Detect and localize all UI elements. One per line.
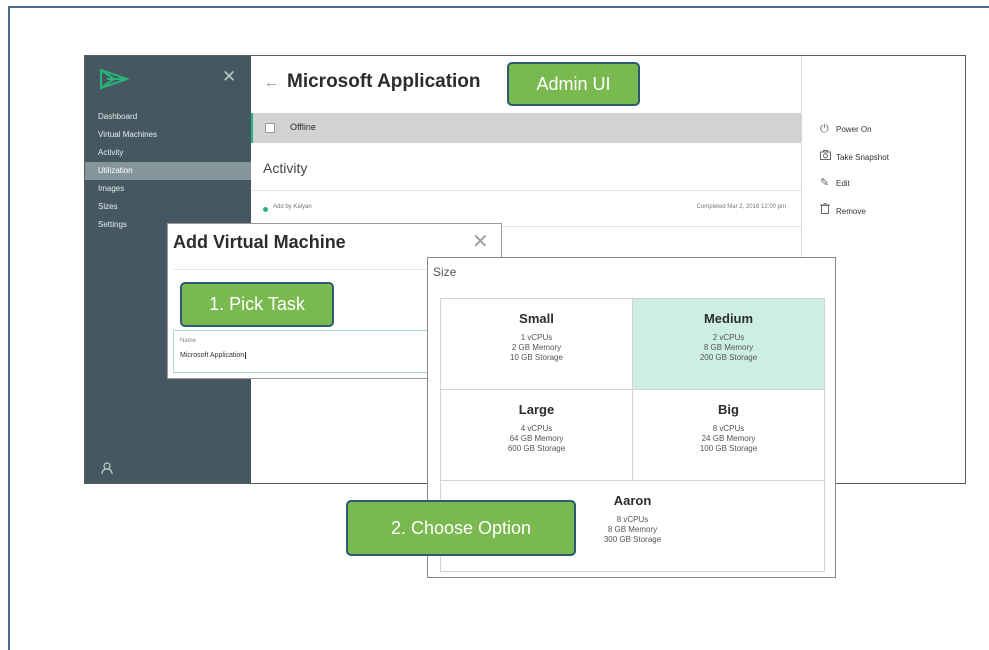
sidebar-item-activity[interactable]: Activity: [85, 144, 251, 162]
status-checkbox[interactable]: [265, 123, 275, 133]
option-name: Small: [519, 311, 554, 326]
option-storage: 600 GB Storage: [507, 444, 566, 453]
back-arrow-icon[interactable]: ←: [264, 74, 279, 91]
activity-date: Completed Mar 2, 2016 12:00 pm: [696, 204, 786, 210]
dialog-title: Add Virtual Machine: [173, 232, 346, 252]
status-label: Offline: [290, 122, 316, 132]
option-vcpus: 2 vCPUs: [712, 333, 745, 342]
callout-pick-task: 1. Pick Task: [180, 282, 334, 327]
option-vcpus: 8 vCPUs: [712, 424, 745, 433]
activity-text: Add by Kalyan: [273, 204, 312, 210]
close-icon[interactable]: ✕: [222, 68, 236, 85]
action-label: Edit: [836, 179, 850, 188]
action-label: Power On: [836, 125, 872, 134]
camera-icon: [820, 150, 836, 163]
activity-row[interactable]: Add by Kalyan Completed Mar 2, 2016 12:0…: [251, 191, 801, 227]
sidebar-item-images[interactable]: Images: [85, 180, 251, 198]
close-icon[interactable]: ✕: [472, 229, 489, 254]
size-option-small[interactable]: Small 1 vCPUs 2 GB Memory 10 GB Storage: [440, 298, 633, 390]
option-memory: 24 GB Memory: [701, 434, 756, 443]
action-label: Remove: [836, 207, 866, 216]
option-storage: 10 GB Storage: [510, 353, 563, 362]
page-title: Microsoft Application: [287, 71, 481, 92]
sidebar-item-sizes[interactable]: Sizes: [85, 198, 251, 216]
sidebar-nav: Dashboard Virtual Machines Activity Util…: [85, 108, 251, 234]
option-name: Medium: [703, 311, 754, 326]
logo-icon: [100, 68, 129, 90]
option-name: Large: [518, 402, 555, 417]
edit-action[interactable]: ✎ Edit: [820, 176, 850, 192]
option-memory: 8 GB Memory: [703, 343, 754, 352]
size-option-medium[interactable]: Medium 2 vCPUs 8 GB Memory 200 GB Storag…: [632, 298, 825, 390]
name-input[interactable]: Microsoft Application: [180, 352, 247, 359]
sidebar-item-virtual-machines[interactable]: Virtual Machines: [85, 126, 251, 144]
size-title: Size: [433, 265, 457, 279]
sidebar-item-dashboard[interactable]: Dashboard: [85, 108, 251, 126]
power-icon: ⏻: [820, 123, 829, 135]
option-storage: 200 GB Storage: [699, 353, 758, 362]
take-snapshot-action[interactable]: Take Snapshot: [820, 150, 889, 166]
size-option-big[interactable]: Big 8 vCPUs 24 GB Memory 100 GB Storage: [632, 389, 825, 481]
status-dot-icon: [263, 207, 268, 212]
option-name: Big: [718, 402, 739, 417]
sidebar-item-utilization[interactable]: Utilization: [85, 162, 251, 180]
status-bar: Offline: [251, 113, 801, 143]
pencil-icon: ✎: [820, 177, 830, 189]
option-storage: 100 GB Storage: [699, 444, 758, 453]
option-vcpus: 1 vCPUs: [520, 333, 553, 342]
remove-action[interactable]: Remove: [820, 203, 866, 219]
activity-heading: Activity: [263, 160, 308, 176]
action-label: Take Snapshot: [836, 153, 889, 162]
trash-icon: [820, 203, 836, 217]
option-memory: 2 GB Memory: [511, 343, 562, 352]
power-on-action[interactable]: ⏻ Power On: [820, 123, 872, 139]
callout-admin-ui: Admin UI: [507, 62, 640, 106]
size-option-large[interactable]: Large 4 vCPUs 64 GB Memory 600 GB Storag…: [440, 389, 633, 481]
callout-choose-option: 2. Choose Option: [346, 500, 576, 556]
option-memory: 64 GB Memory: [509, 434, 564, 443]
option-vcpus: 4 vCPUs: [520, 424, 553, 433]
name-label: Name: [180, 338, 197, 344]
user-icon[interactable]: [101, 462, 113, 478]
